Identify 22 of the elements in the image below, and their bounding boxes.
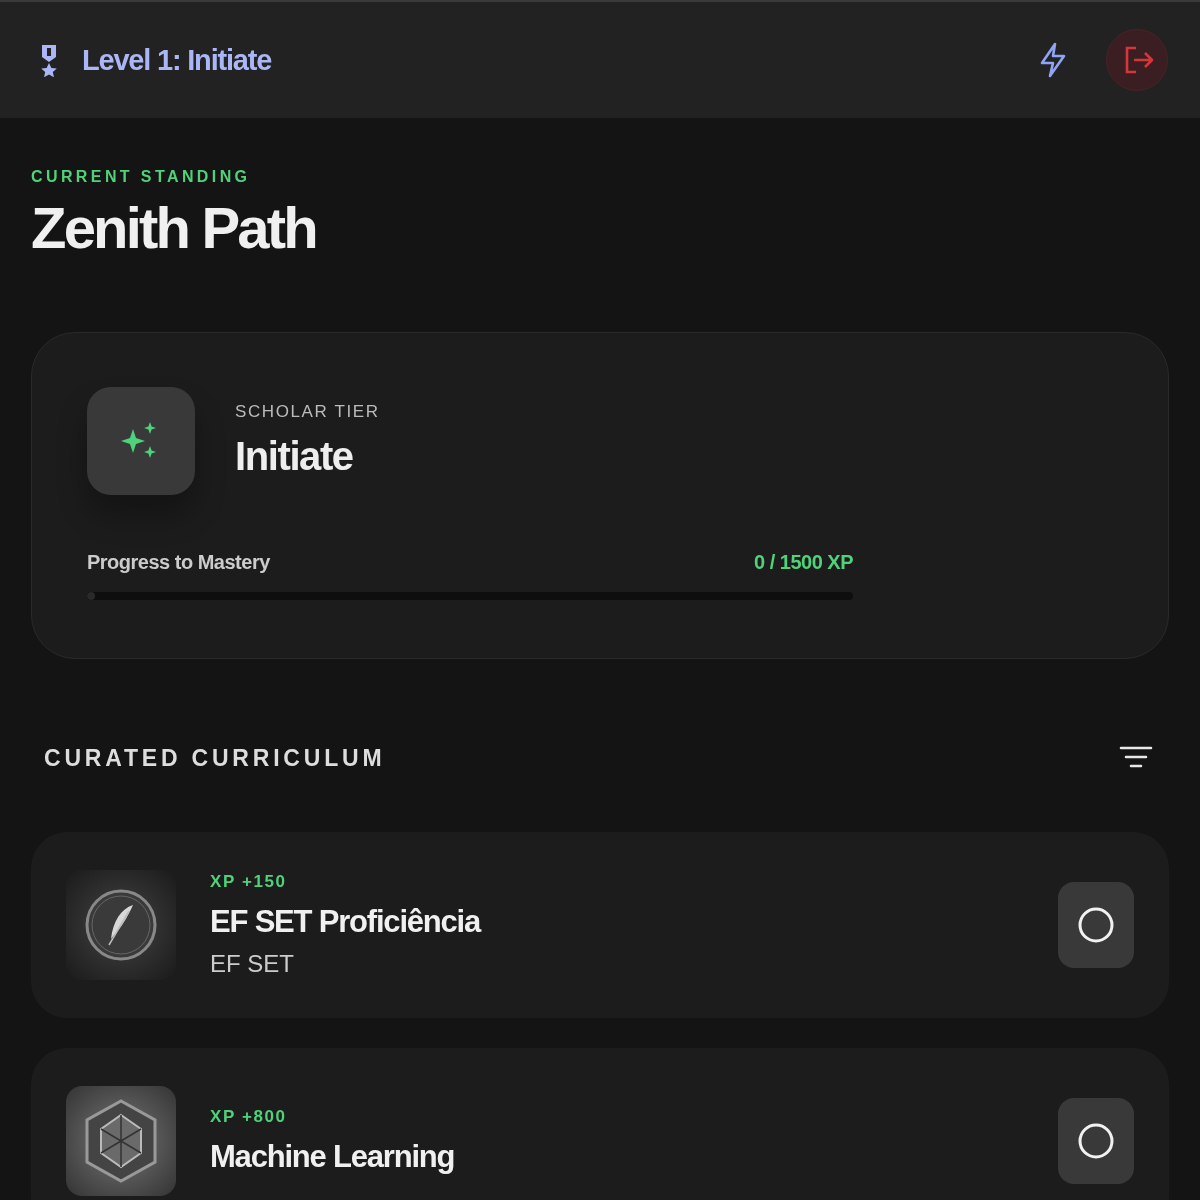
tier-name: Initiate xyxy=(235,434,354,480)
section-label: CURRENT STANDING xyxy=(31,168,252,186)
completion-toggle[interactable] xyxy=(1058,881,1134,968)
section-heading: CURATED CURRICULUM xyxy=(44,744,386,772)
xp-reward: XP +800 xyxy=(210,1106,288,1127)
sparkles-icon xyxy=(87,386,195,495)
page-title: Zenith Path xyxy=(31,196,317,260)
medal-icon xyxy=(38,43,60,77)
course-card[interactable]: XP +150 EF SET Proficiência EF SET xyxy=(31,831,1169,1018)
completion-toggle[interactable] xyxy=(1058,1097,1134,1184)
feather-badge-icon xyxy=(66,869,176,980)
progress-reading: 0 / 1500 XP xyxy=(753,550,853,574)
level-title: Level 1: Initiate xyxy=(82,43,272,77)
progress-label: Progress to Mastery xyxy=(87,550,270,574)
course-title: EF SET Proficiência xyxy=(210,903,482,940)
course-title: Machine Learning xyxy=(210,1138,456,1175)
xp-reward: XP +150 xyxy=(210,871,288,892)
bolt-button[interactable] xyxy=(1038,41,1068,79)
tier-label: SCHOLAR TIER xyxy=(235,402,380,423)
course-card[interactable]: XP +800 Machine Learning xyxy=(31,1047,1169,1200)
gem-badge-icon xyxy=(66,1085,176,1196)
course-provider: EF SET xyxy=(210,949,295,978)
